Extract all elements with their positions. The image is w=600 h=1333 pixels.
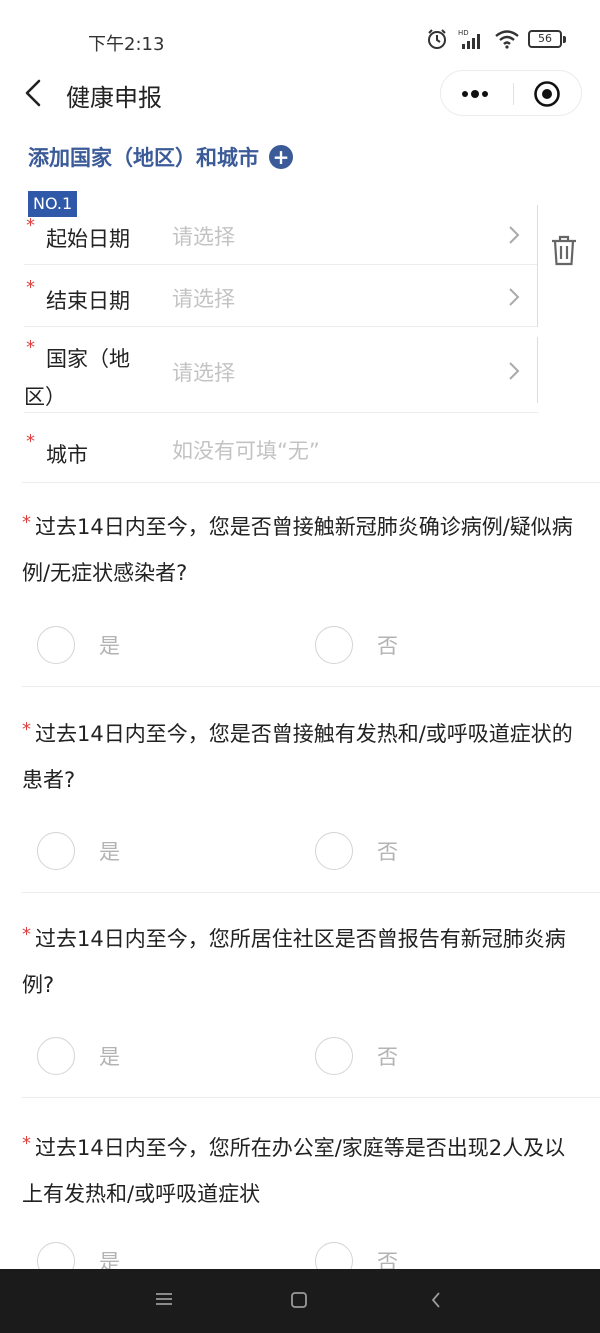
radio-button[interactable]: [315, 832, 353, 870]
nav-bar: 健康申报: [0, 70, 600, 120]
field-label: 起始日期: [46, 227, 130, 251]
page-title: 健康申报: [66, 84, 162, 112]
status-time: 下午2:13: [88, 34, 165, 55]
start-date-field[interactable]: * 起始日期 请选择: [24, 205, 538, 265]
option-label: 否: [377, 840, 398, 864]
city-input[interactable]: 如没有可填“无”: [172, 435, 320, 465]
add-country-button[interactable]: 添加国家（地区）和城市 +: [28, 142, 293, 172]
battery-level: 56: [528, 30, 562, 48]
chevron-right-icon: [509, 226, 520, 244]
radio-button[interactable]: [37, 626, 75, 664]
delete-entry-icon[interactable]: [550, 234, 578, 266]
question-text: * 过去14日内至今，您所居住社区是否曾报告有新冠肺炎病例?: [22, 917, 578, 1007]
system-nav-bar: [0, 1269, 600, 1333]
capsule-divider: [513, 83, 514, 105]
option-label: 是: [99, 634, 120, 658]
home-icon[interactable]: [290, 1291, 308, 1309]
status-bar: 下午2:13 HD 56: [0, 0, 600, 70]
radio-button[interactable]: [315, 626, 353, 664]
radio-button[interactable]: [315, 1037, 353, 1075]
back-icon[interactable]: [22, 78, 46, 108]
chevron-right-icon: [509, 288, 520, 306]
field-label: 城市: [46, 443, 88, 467]
required-mark: *: [22, 719, 31, 740]
back-nav-icon[interactable]: [430, 1291, 442, 1309]
option-no[interactable]: 否: [315, 832, 398, 870]
option-label: 否: [377, 634, 398, 658]
country-picker[interactable]: 请选择: [172, 357, 235, 387]
radio-button[interactable]: [37, 832, 75, 870]
option-yes[interactable]: 是: [37, 626, 120, 664]
battery-icon: 56: [528, 30, 566, 48]
section-divider: [22, 482, 600, 483]
option-yes[interactable]: 是: [37, 1037, 120, 1075]
required-mark: *: [22, 1133, 31, 1154]
question-label: 过去14日内至今，您是否曾接触有发热和/或呼吸道症状的患者?: [22, 722, 573, 792]
end-date-picker[interactable]: 请选择: [172, 283, 235, 313]
question-label: 过去14日内至今，您所在办公室/家庭等是否出现2人及以上有发热和/或呼吸道症状: [22, 1136, 566, 1206]
option-no[interactable]: 否: [315, 626, 398, 664]
question-label: 过去14日内至今，您所居住社区是否曾报告有新冠肺炎病例?: [22, 927, 566, 997]
row-divider: [537, 337, 538, 403]
question-text: * 过去14日内至今，您是否曾接触有发热和/或呼吸道症状的患者?: [22, 712, 578, 802]
question-divider: [22, 892, 600, 893]
option-label: 是: [99, 1045, 120, 1069]
status-icons: HD 56: [426, 28, 566, 50]
field-label-cont: 区）: [24, 385, 66, 409]
required-mark: *: [22, 512, 31, 533]
plus-icon[interactable]: +: [269, 145, 293, 169]
row-divider: [537, 205, 538, 265]
option-label: 是: [99, 840, 120, 864]
country-field[interactable]: * 国家（地 区） 请选择: [24, 327, 538, 413]
miniprogram-capsule: [440, 70, 582, 116]
question-divider: [22, 1097, 600, 1098]
city-field[interactable]: * 城市 如没有可填“无”: [24, 413, 538, 483]
option-no[interactable]: 否: [315, 1037, 398, 1075]
close-miniprogram-icon[interactable]: [533, 80, 561, 108]
question-text: * 过去14日内至今，您是否曾接触新冠肺炎确诊病例/疑似病例/无症状感染者?: [22, 505, 578, 595]
required-mark: *: [26, 277, 35, 298]
required-mark: *: [22, 924, 31, 945]
radio-button[interactable]: [37, 1037, 75, 1075]
alarm-icon: [428, 29, 446, 49]
hd-signal-icon: HD: [458, 29, 480, 49]
start-date-picker[interactable]: 请选择: [172, 221, 235, 251]
question-text: * 过去14日内至今，您所在办公室/家庭等是否出现2人及以上有发热和/或呼吸道症状: [22, 1126, 578, 1216]
question-label: 过去14日内至今，您是否曾接触新冠肺炎确诊病例/疑似病例/无症状感染者?: [22, 515, 573, 585]
field-label: 国家（地: [46, 347, 130, 371]
required-mark: *: [26, 215, 35, 236]
more-icon[interactable]: [459, 84, 495, 104]
option-label: 否: [377, 1045, 398, 1069]
menu-icon[interactable]: [155, 1291, 173, 1307]
wifi-icon: [495, 30, 519, 49]
field-label: 结束日期: [46, 289, 130, 313]
end-date-field[interactable]: * 结束日期 请选择: [24, 265, 538, 327]
required-mark: *: [26, 431, 35, 452]
add-country-label: 添加国家（地区）和城市: [28, 146, 259, 170]
required-mark: *: [26, 337, 35, 358]
question-divider: [22, 686, 600, 687]
option-yes[interactable]: 是: [37, 832, 120, 870]
row-divider: [537, 265, 538, 327]
chevron-right-icon: [509, 362, 520, 380]
svg-text:HD: HD: [458, 29, 469, 37]
